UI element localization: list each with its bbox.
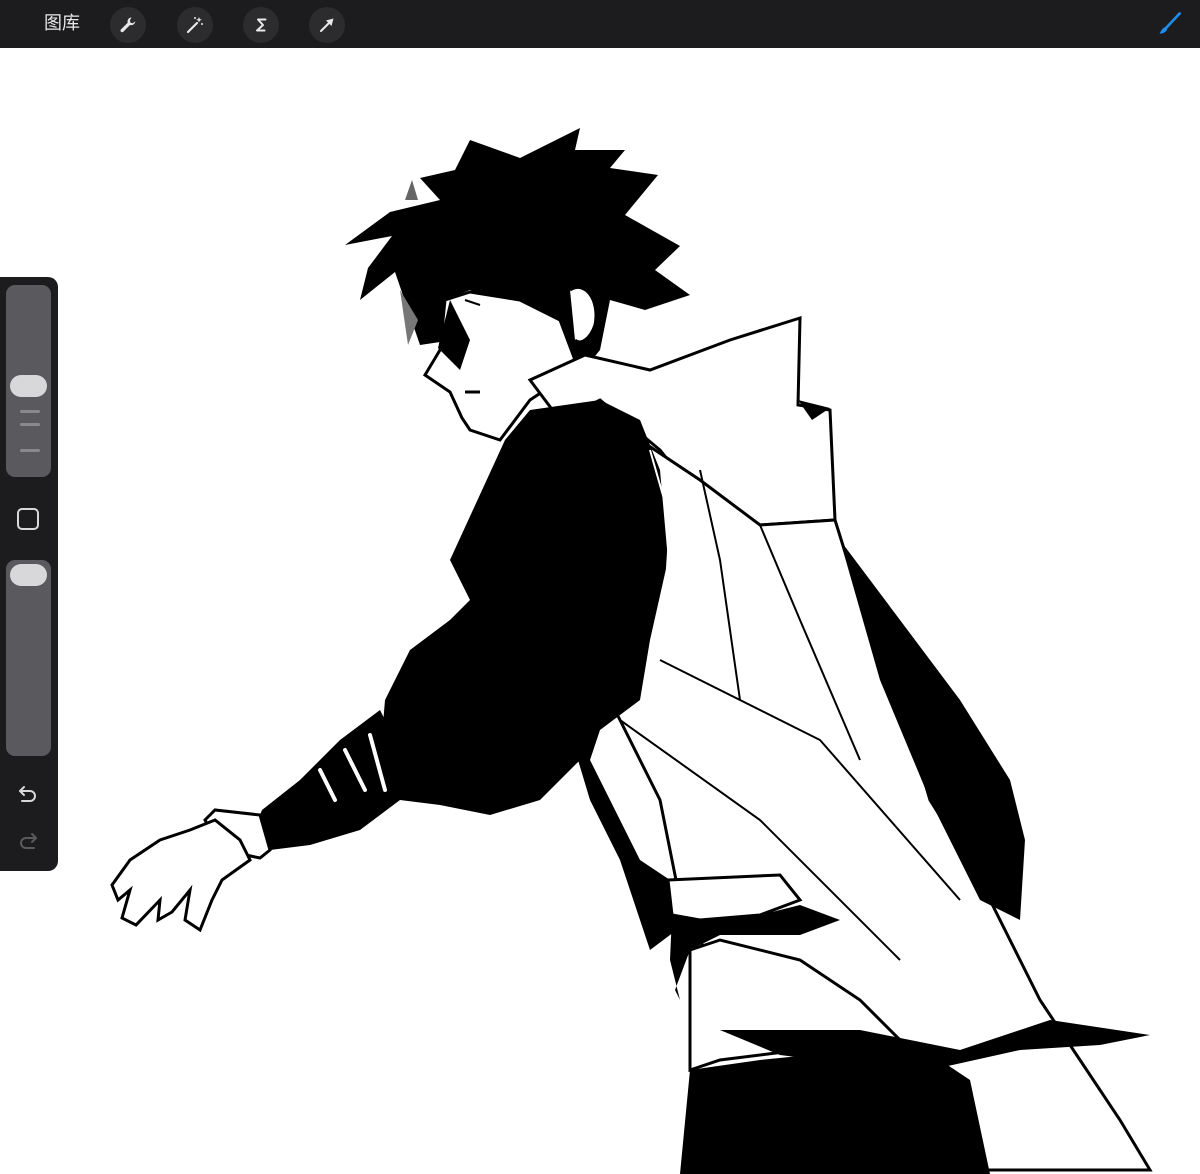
character-drawing: [110, 128, 1153, 1174]
arrow-cursor-icon: [320, 18, 334, 32]
slider-tick: [20, 423, 40, 426]
wrench-icon: [120, 17, 136, 33]
opacity-thumb[interactable]: [10, 564, 47, 586]
slider-tick: [20, 449, 40, 452]
adjustments-button[interactable]: [177, 7, 213, 43]
selection-s-icon: [256, 18, 267, 32]
slider-tick: [20, 410, 40, 413]
gallery-button[interactable]: 图库: [44, 12, 80, 36]
brush-button[interactable]: [1154, 8, 1186, 40]
redo-button[interactable]: [14, 827, 42, 855]
selection-button[interactable]: [243, 7, 279, 43]
drawing-canvas[interactable]: [0, 48, 1200, 1174]
brush-icon: [1159, 12, 1181, 34]
undo-icon: [19, 786, 36, 802]
transform-button[interactable]: [309, 7, 345, 43]
modify-button[interactable]: [17, 508, 39, 530]
brush-size-thumb[interactable]: [10, 375, 47, 397]
magic-wand-icon: [186, 17, 203, 34]
tool-sidebar: [0, 277, 58, 871]
actions-button[interactable]: [110, 7, 146, 43]
redo-icon: [20, 833, 37, 849]
undo-button[interactable]: [14, 780, 42, 808]
top-toolbar: 图库: [0, 0, 1200, 48]
opacity-slider[interactable]: [6, 560, 51, 756]
brush-size-slider[interactable]: [6, 285, 51, 477]
